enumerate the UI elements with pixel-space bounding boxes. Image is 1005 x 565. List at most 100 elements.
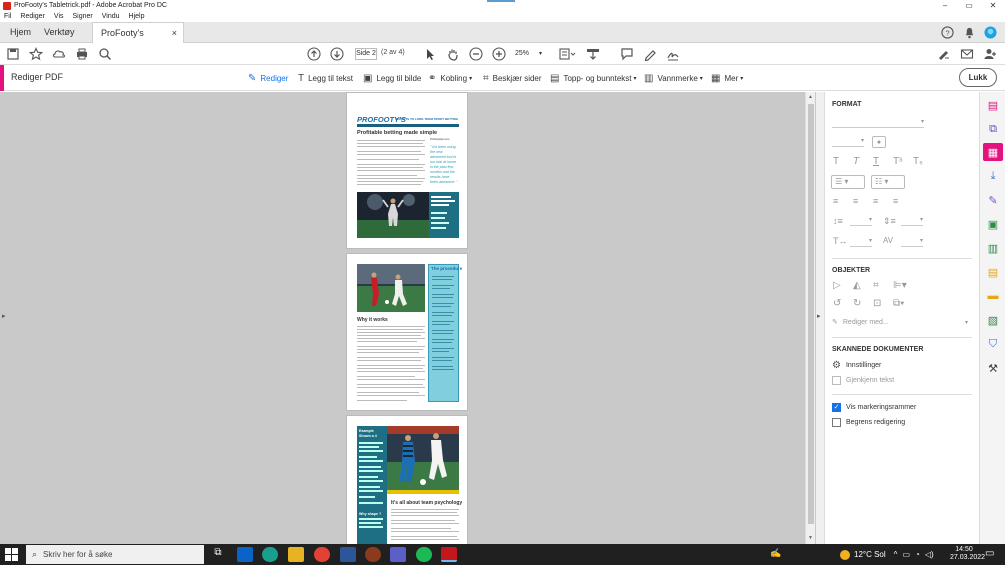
horizontal-scale-select[interactable]: ▾ [850,237,872,247]
scrollbar-thumb[interactable] [808,104,814,524]
teams-icon[interactable] [390,547,406,562]
word-icon[interactable] [340,547,356,562]
link-button[interactable]: ⚭ Kobling ▾ [428,72,472,84]
text-italic-icon[interactable]: T [853,156,859,167]
left-panel-toggle-icon[interactable]: ▸ [2,312,6,320]
flip-vertical-icon[interactable]: ▷ [833,280,841,291]
watermark-button[interactable]: ▥ Vannmerke ▾ [644,72,703,84]
flip-horizontal-icon[interactable]: ◭ [853,280,861,291]
pdf-page-2[interactable]: The procedure Why it works [346,253,468,411]
recognize-text-option[interactable]: Gjenkjenn tekst [832,376,894,385]
page-number-input[interactable]: Side 2 [355,48,377,60]
scroll-down-icon[interactable]: ▼ [808,535,813,541]
recognize-text-checkbox[interactable] [832,376,841,385]
edit-with-select[interactable]: ✎ Rediger med... ▾ [832,318,972,327]
scan-ocr-icon[interactable]: ▥ [983,239,1003,257]
spotify-icon[interactable] [416,547,432,562]
clock[interactable]: 14:50 27.03.2022 [950,546,985,562]
volume-icon[interactable]: ◁) [925,550,934,559]
organize-pages-icon[interactable]: ▣ [983,215,1003,233]
document-scrollbar[interactable]: ▲ ▼ [805,92,815,544]
tab-tools[interactable]: Verktøy [36,22,83,43]
horizontal-scale-icon[interactable]: T↔ [833,236,848,246]
edit-button[interactable]: ✎ Rediger [248,72,288,84]
font-size-select[interactable]: ▾ [832,136,864,147]
menu-view[interactable]: Vis [54,13,64,20]
line-spacing-select[interactable]: ▾ [850,216,872,226]
character-spacing-icon[interactable]: AV [883,236,893,245]
outlook-icon[interactable] [237,547,253,562]
font-family-select[interactable]: ▾ [832,117,924,128]
fill-sign-rail-icon[interactable]: ✎ [983,191,1003,209]
email-icon[interactable] [960,47,974,61]
text-underline-icon[interactable]: T [873,156,879,167]
pen-workspace-icon[interactable]: ✍ [770,548,781,559]
scroll-mode-icon[interactable] [586,47,600,61]
font-color-icon[interactable]: ● [872,136,886,148]
right-panel-toggle-icon[interactable]: ▸ [817,312,821,320]
edge-icon[interactable] [262,547,278,562]
add-image-button[interactable]: ▣ Legg til bilde [363,72,421,84]
text-regular-icon[interactable]: T [833,156,839,167]
next-page-icon[interactable] [330,47,344,61]
upload-cloud-icon[interactable] [52,47,66,61]
bullet-list-icon[interactable]: ☰ ▾ [831,175,865,189]
text-superscript-icon[interactable]: Tˢ [893,156,903,167]
align-left-icon[interactable]: ≡ [833,196,838,206]
restrict-editing-option[interactable]: Begrens redigering [832,418,905,427]
header-footer-button[interactable]: ▤ Topp- og bunntekst ▾ [550,72,637,84]
zoom-out-icon[interactable] [469,47,483,61]
chrome-icon[interactable] [314,547,330,562]
menu-help[interactable]: Hjelp [129,13,145,20]
zoom-in-icon[interactable] [492,47,506,61]
wifi-icon[interactable]: ◔ [915,550,920,559]
avatar[interactable] [984,26,997,39]
pdf-page-1[interactable]: PROFOOTY'S SECRETS TO LONG TERM SPORT BE… [346,92,468,249]
text-subscript-icon[interactable]: Tₛ [913,156,923,167]
menu-edit[interactable]: Rediger [20,13,45,20]
help-icon[interactable]: ? [941,26,954,39]
weather-text[interactable]: 12°C Sol [854,550,886,559]
replace-image-icon[interactable]: ⊡ [873,298,881,309]
arrange-icon[interactable]: ⧉▾ [893,298,904,309]
sign-icon[interactable] [666,47,680,61]
paragraph-spacing-icon[interactable]: ⇕≡ [883,216,896,227]
minimize-button[interactable]: – [933,1,957,10]
export-pages-icon[interactable]: ▤ [983,263,1003,281]
tab-home[interactable]: Hjem [2,22,39,43]
menu-window[interactable]: Vindu [102,13,120,20]
character-spacing-select[interactable]: ▾ [901,237,923,247]
taskbar-search[interactable]: ⌕ Skriv her for å søke [26,545,204,564]
select-pointer-icon[interactable] [423,47,437,61]
edit-pdf-icon[interactable]: ▦ [983,143,1003,161]
file-explorer-icon[interactable] [288,547,304,562]
windows-start-icon[interactable] [4,547,19,562]
hand-tool-icon[interactable] [446,47,460,61]
pen-icon[interactable] [643,47,657,61]
crop-pages-button[interactable]: ⌗ Beskjær sider [483,72,542,84]
print-icon[interactable] [75,47,89,61]
restrict-editing-checkbox[interactable] [832,418,841,427]
menu-sign[interactable]: Signer [73,13,93,20]
previous-page-icon[interactable] [307,47,321,61]
combine-files-icon[interactable]: ⧉ [983,120,1003,138]
settings-button[interactable]: ⚙ Innstillinger [832,360,881,371]
notifications-icon[interactable]: ▭ [985,548,994,559]
show-frames-checkbox[interactable]: ✓ [832,403,841,412]
paragraph-spacing-select[interactable]: ▾ [901,216,923,226]
acrobat-taskbar-icon[interactable] [441,547,457,562]
align-center-icon[interactable]: ≡ [853,196,858,206]
crop-image-icon[interactable]: ⌗ [873,280,879,291]
tab-document[interactable]: ProFooty's Tabletric... × [92,22,184,59]
fill-sign-icon[interactable] [937,47,951,61]
page-fit-icon[interactable] [558,47,576,61]
chevron-up-icon[interactable]: ^ [894,550,898,559]
close-edit-button[interactable]: Lukk [959,68,997,87]
numbered-list-icon[interactable]: ☷ ▾ [871,175,905,189]
close-tab-icon[interactable]: × [172,23,177,44]
scroll-up-icon[interactable]: ▲ [808,94,813,100]
zoom-level-select[interactable]: 25% ▾ [515,48,547,60]
align-right-icon[interactable]: ≡ [873,196,878,206]
menu-file[interactable]: Fil [4,13,11,20]
rotate-right-icon[interactable]: ↻ [853,298,861,309]
